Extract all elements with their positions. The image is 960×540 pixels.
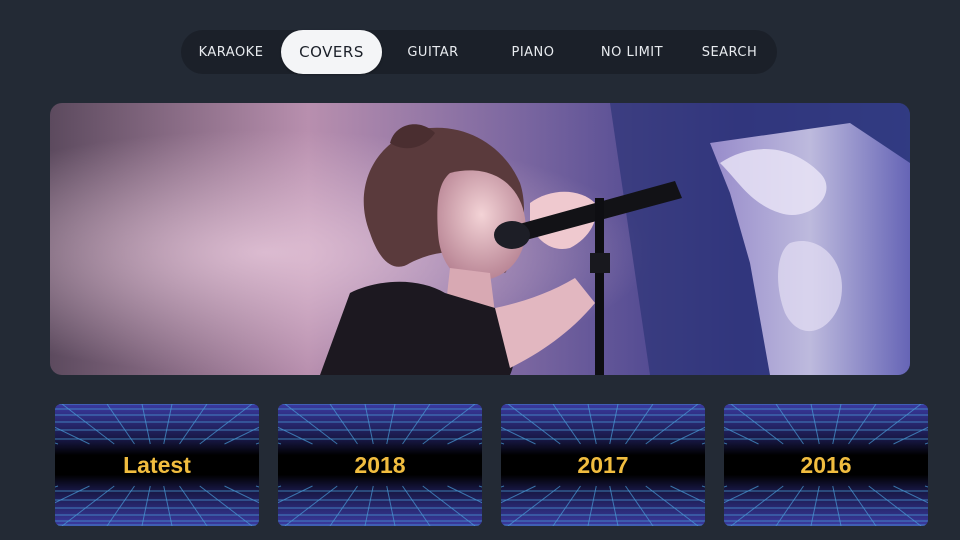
tab-guitar[interactable]: GUITAR bbox=[382, 30, 484, 74]
category-tab-bar: KARAOKE COVERS GUITAR PIANO NO LIMIT SEA… bbox=[181, 30, 777, 74]
singer-photo bbox=[50, 103, 910, 375]
tab-no-limit[interactable]: NO LIMIT bbox=[582, 30, 682, 74]
hero-banner-image[interactable] bbox=[50, 103, 910, 375]
card-label: 2018 bbox=[354, 451, 406, 478]
card-label: Latest bbox=[123, 451, 191, 478]
tab-piano[interactable]: PIANO bbox=[484, 30, 582, 74]
card-label: 2016 bbox=[800, 451, 852, 478]
tab-karaoke[interactable]: KARAOKE bbox=[181, 30, 281, 74]
year-card-row: Latest 2018 2017 2016 bbox=[0, 404, 960, 526]
tab-covers[interactable]: COVERS bbox=[281, 30, 382, 74]
card-2017[interactable]: 2017 bbox=[501, 404, 705, 526]
card-latest[interactable]: Latest bbox=[55, 404, 259, 526]
card-2018[interactable]: 2018 bbox=[278, 404, 482, 526]
tab-search[interactable]: SEARCH bbox=[682, 30, 777, 74]
card-label: 2017 bbox=[577, 451, 629, 478]
card-2016[interactable]: 2016 bbox=[724, 404, 928, 526]
